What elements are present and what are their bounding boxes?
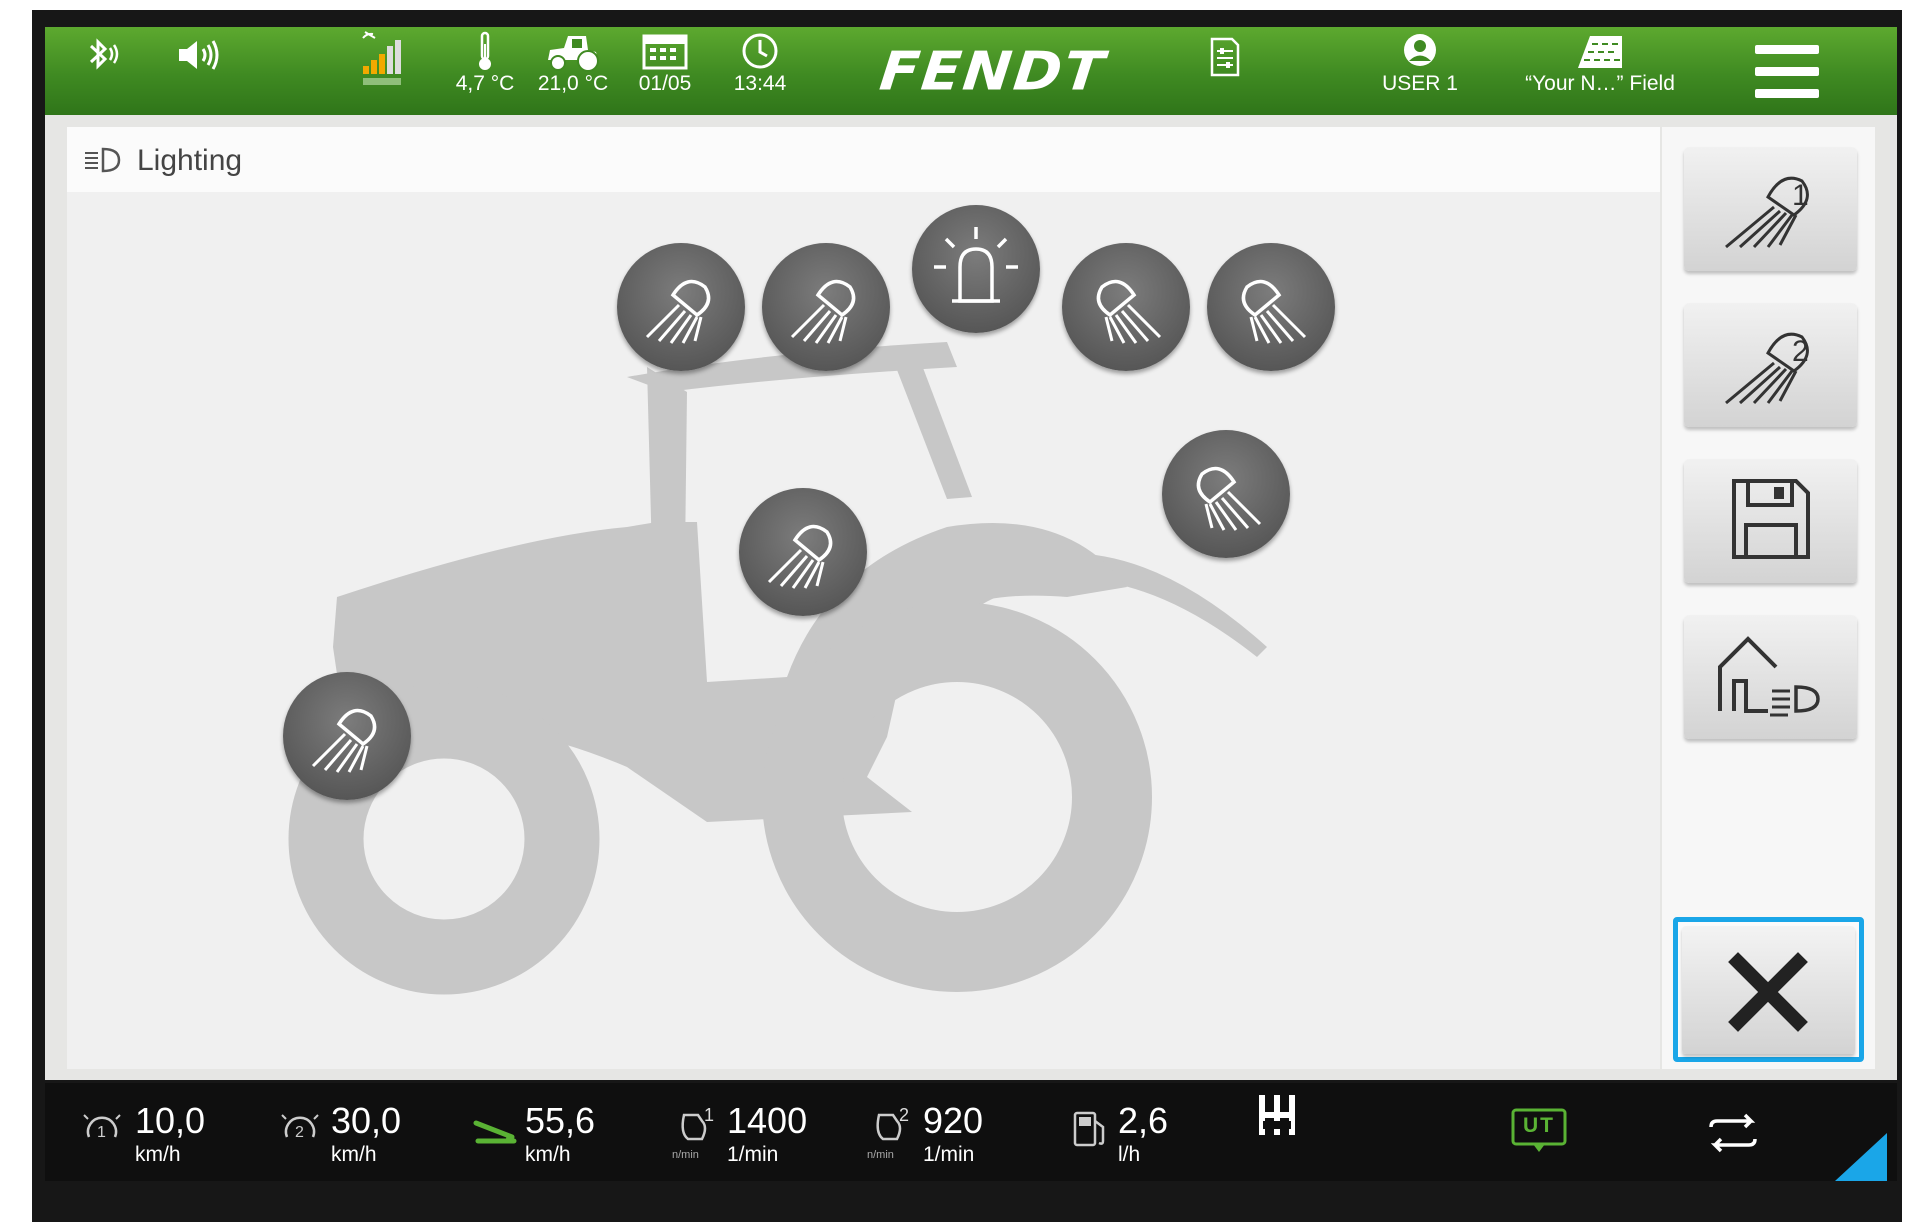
headlight-icon [645, 279, 711, 344]
fuel-value: 2,6 [1118, 1100, 1169, 1141]
field[interactable]: “Your N…” Field [1515, 30, 1685, 96]
headlight-icon [1196, 466, 1262, 531]
fuel-unit: l/h [1118, 1143, 1141, 1166]
thermometer-icon [479, 31, 491, 70]
close-icon [1728, 952, 1808, 1032]
light-memory-1-icon: 1 [1725, 176, 1809, 249]
speed-1-icon: 1 [83, 1114, 121, 1141]
speed-2-value: 30,0 [331, 1100, 402, 1141]
top-status-bar: 4,7 °C 21,0 °C 01/05 13:44 FENDT USER 1 … [45, 27, 1897, 115]
ut-button[interactable]: UT [1510, 1107, 1568, 1155]
user-icon [1404, 34, 1436, 66]
bluetooth-icon[interactable] [83, 37, 123, 73]
field-label: “Your N…” Field [1525, 72, 1675, 95]
menu-icon-bar [1755, 45, 1819, 54]
engine-speed-2-unit: 1/min [923, 1143, 975, 1166]
light-rear-fender-button[interactable] [1162, 430, 1290, 558]
speed-1-display[interactable]: 1 10,0 km/h [75, 1083, 225, 1181]
light-memory-1-button[interactable]: 1 [1684, 147, 1857, 271]
engine-speed-1-small-unit: n/min [672, 1149, 699, 1161]
ut-label: UT [1523, 1114, 1555, 1137]
accelerator-pedal-icon [473, 1120, 517, 1144]
speed-1-value: 10,0 [135, 1100, 206, 1141]
time-label: 13:44 [733, 72, 787, 95]
light-roof-front-left-outer-button[interactable] [617, 243, 745, 371]
home-light-icon [1718, 636, 1820, 717]
gearshift-icon[interactable] [1253, 1091, 1301, 1139]
menu-icon-bar [1755, 89, 1819, 98]
headlight-icon [1096, 279, 1162, 344]
light-memory-2-button[interactable]: 2 [1684, 303, 1857, 427]
light-cab-pillar-button[interactable] [739, 488, 867, 616]
fuel-icon [1073, 1111, 1105, 1147]
headlight-icon [1241, 279, 1307, 344]
tractor-temperature-icon [548, 36, 599, 72]
light-beacon-button[interactable] [912, 205, 1040, 333]
light-roof-rear-right-inner-button[interactable] [1062, 243, 1190, 371]
brand-logo: FENDT [876, 39, 1109, 103]
speed-1-unit: km/h [135, 1143, 181, 1166]
bottom-status-bar: 1 10,0 km/h 2 30,0 km/h 55,6 km/h 1 n/mi… [45, 1083, 1897, 1181]
close-button[interactable] [1673, 917, 1864, 1062]
svg-text:1: 1 [97, 1124, 106, 1141]
page-header: Lighting [67, 127, 1660, 192]
speed-2-display[interactable]: 2 30,0 km/h [273, 1083, 423, 1181]
clock-icon [742, 33, 778, 69]
date-label: 01/05 [638, 72, 692, 95]
engine-speed-2-index: 2 [899, 1105, 910, 1125]
page-title: Lighting [137, 144, 243, 177]
user-label: USER 1 [1382, 72, 1458, 95]
switch-view-icon[interactable] [1705, 1111, 1761, 1155]
light-front-hood-button[interactable] [283, 672, 411, 800]
headlight-icon [767, 524, 833, 589]
corner-indicator-icon [1835, 1133, 1887, 1181]
save-button[interactable] [1684, 459, 1857, 583]
accelerator-value: 55,6 [525, 1100, 596, 1141]
speed-2-unit: km/h [331, 1143, 377, 1166]
memory-number: 1 [1792, 179, 1809, 212]
fuel-consumption-display[interactable]: 2,6 l/h [1065, 1083, 1205, 1181]
engine-speed-1-unit: 1/min [727, 1143, 779, 1166]
menu-icon-bar [1755, 67, 1819, 76]
engine-speed-1-display[interactable]: 1 n/min 1400 1/min [670, 1083, 840, 1181]
engine-speed-2-value: 920 [923, 1100, 984, 1141]
user[interactable]: USER 1 [1370, 30, 1470, 96]
home-light-button[interactable] [1684, 615, 1857, 739]
memory-number: 2 [1792, 335, 1809, 368]
svg-text:2: 2 [295, 1124, 304, 1141]
date[interactable]: 01/05 [630, 30, 700, 96]
engine-speed-1-index: 1 [704, 1105, 715, 1125]
light-roof-front-left-inner-button[interactable] [762, 243, 890, 371]
calendar-icon [642, 34, 688, 70]
beacon-icon [934, 227, 1018, 303]
accelerator-unit: km/h [525, 1143, 571, 1166]
signal-strength-icon [357, 30, 407, 86]
time[interactable]: 13:44 [725, 30, 795, 96]
speed-2-icon: 2 [281, 1114, 319, 1141]
light-memory-2-icon: 2 [1725, 332, 1809, 405]
document-icon[interactable] [1208, 35, 1242, 79]
speaker-icon[interactable] [175, 37, 225, 73]
tractor-temperature: 21,0 °C [533, 30, 613, 96]
engine-speed-2-small-unit: n/min [867, 1149, 894, 1161]
engine-speed-1-value: 1400 [727, 1100, 808, 1141]
light-roof-rear-right-outer-button[interactable] [1207, 243, 1335, 371]
engine-speed-2-display[interactable]: 2 n/min 920 1/min [865, 1083, 1035, 1181]
outside-temperature: 4,7 °C [450, 30, 520, 96]
field-icon [1578, 36, 1622, 68]
outside-temperature-label: 4,7 °C [455, 72, 515, 95]
save-icon [1732, 479, 1810, 559]
headlight-icon [85, 147, 121, 173]
accelerator-display[interactable]: 55,6 km/h [470, 1083, 620, 1181]
tractor-temperature-label: 21,0 °C [537, 72, 609, 95]
headlight-icon [790, 279, 856, 344]
headlight-icon [311, 708, 377, 773]
menu-button[interactable] [1755, 45, 1823, 99]
